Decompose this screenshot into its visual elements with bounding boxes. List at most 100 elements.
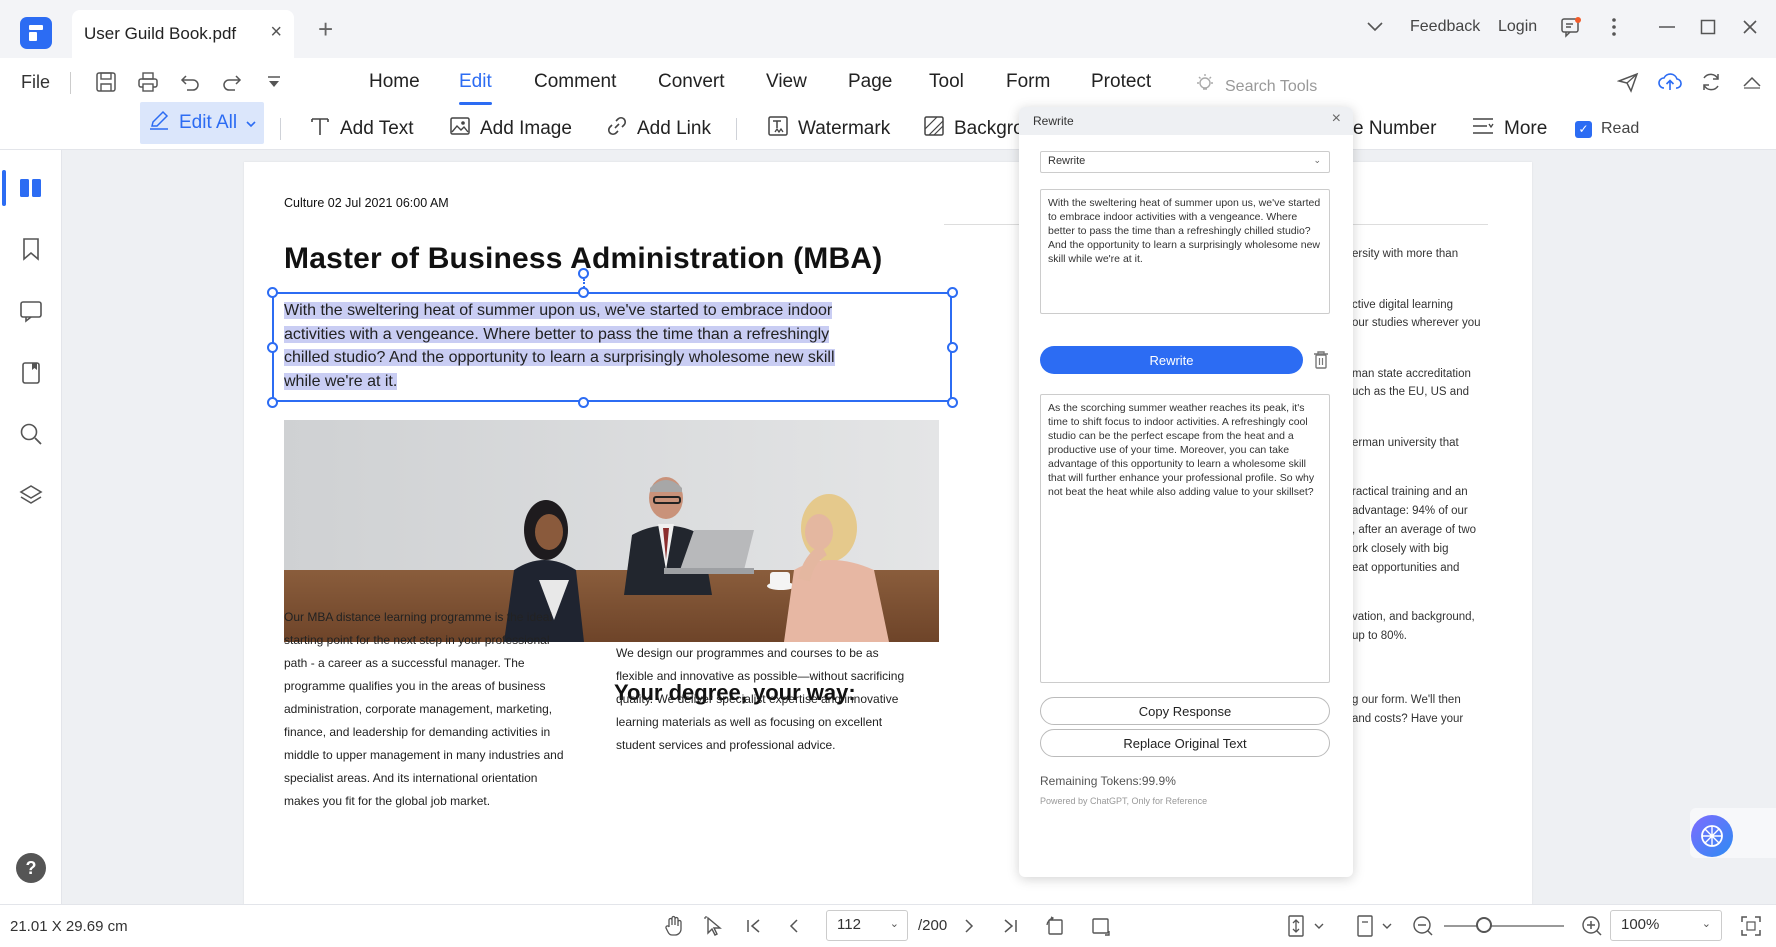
chevron-down-icon[interactable]: ⌄ <box>1702 917 1711 930</box>
rewrite-button[interactable]: Rewrite <box>1040 346 1303 374</box>
sync-icon[interactable] <box>1697 68 1725 96</box>
file-menu[interactable]: File <box>21 72 50 93</box>
resize-handle[interactable] <box>947 287 958 298</box>
search-tools[interactable]: Search Tools <box>1195 73 1317 100</box>
menu-comment[interactable]: Comment <box>534 71 616 93</box>
last-page-icon[interactable] <box>997 913 1023 939</box>
save-icon[interactable] <box>92 68 120 96</box>
message-icon[interactable] <box>1558 14 1584 40</box>
menu-convert[interactable]: Convert <box>658 71 725 93</box>
resize-handle[interactable] <box>267 397 278 408</box>
rewrite-mode-select[interactable]: Rewrite ⌄ <box>1040 151 1330 173</box>
more-button[interactable]: More <box>1471 112 1547 146</box>
layers-icon[interactable] <box>17 481 45 509</box>
next-page-icon[interactable] <box>956 913 982 939</box>
selected-paragraph[interactable]: With the sweltering heat of summer upon … <box>284 299 874 393</box>
collapse-ribbon-icon[interactable] <box>1738 68 1766 96</box>
minimize-icon[interactable] <box>1654 14 1680 40</box>
help-icon[interactable]: ? <box>16 853 46 883</box>
menu-divider <box>70 72 71 94</box>
login-link[interactable]: Login <box>1498 18 1537 36</box>
menu-home[interactable]: Home <box>369 71 420 93</box>
app-logo-icon <box>20 17 52 49</box>
zoom-slider-handle[interactable] <box>1476 917 1492 933</box>
zoom-slider-track[interactable] <box>1444 925 1564 927</box>
page-number-button[interactable]: e Number <box>1353 112 1436 146</box>
select-tool-icon[interactable] <box>701 913 727 939</box>
fullscreen-icon[interactable] <box>1738 913 1764 939</box>
text-fragment: ersity with more than <box>1352 248 1459 260</box>
menu-protect[interactable]: Protect <box>1091 71 1151 93</box>
rewrite-panel-header[interactable]: Rewrite × <box>1019 107 1353 135</box>
menu-tool[interactable]: Tool <box>929 71 964 93</box>
hand-tool-icon[interactable] <box>661 913 687 939</box>
chevron-down-icon[interactable] <box>1306 913 1332 939</box>
menu-form[interactable]: Form <box>1006 71 1050 93</box>
first-page-icon[interactable] <box>741 913 767 939</box>
body-text-right[interactable]: We design our programmes and courses to … <box>616 642 906 757</box>
copy-response-button[interactable]: Copy Response <box>1040 697 1330 725</box>
menu-edit[interactable]: Edit <box>459 71 492 105</box>
add-text-button[interactable]: Add Text <box>309 112 414 146</box>
chevron-down-icon[interactable] <box>1362 14 1388 40</box>
thumbnails-icon[interactable] <box>17 174 45 202</box>
left-sidebar: ? <box>0 150 62 904</box>
rewrite-mode-value: Rewrite <box>1048 155 1086 167</box>
document-tab-label: User Guild Book.pdf <box>84 24 237 43</box>
rewrite-input-textarea[interactable]: With the sweltering heat of summer upon … <box>1040 189 1330 314</box>
more-vertical-icon[interactable] <box>1601 14 1627 40</box>
share-icon[interactable] <box>1614 68 1642 96</box>
add-link-button[interactable]: Add Link <box>606 112 711 146</box>
chevron-down-icon[interactable] <box>1374 913 1400 939</box>
attachment-page-icon[interactable] <box>17 359 45 387</box>
add-image-button[interactable]: Add Image <box>449 112 572 146</box>
body-text-left[interactable]: Our MBA distance learning programme is t… <box>284 606 564 813</box>
text-fragment: ctive digital learning <box>1352 299 1454 311</box>
zoom-in-icon[interactable] <box>1579 913 1605 939</box>
zoom-out-icon[interactable] <box>1410 913 1436 939</box>
title-bar: User Guild Book.pdf × + Feedback Login <box>0 0 1776 58</box>
chevron-down-icon[interactable] <box>246 112 256 134</box>
edit-all-button[interactable]: Edit All <box>140 102 265 144</box>
resize-handle[interactable] <box>578 397 589 408</box>
page-number-input[interactable]: 112 ⌄ <box>826 910 908 941</box>
lightbulb-icon <box>1195 73 1215 100</box>
maximize-icon[interactable] <box>1695 14 1721 40</box>
document-viewer[interactable]: Culture 02 Jul 2021 06:00 AM Master of B… <box>62 150 1776 904</box>
ai-assistant-icon[interactable] <box>1691 815 1733 857</box>
resize-handle[interactable] <box>267 342 278 353</box>
search-icon[interactable] <box>17 420 45 448</box>
print-icon[interactable] <box>134 68 162 96</box>
menu-view[interactable]: View <box>766 71 807 93</box>
rotate-handle[interactable] <box>578 268 589 279</box>
resize-handle[interactable] <box>947 342 958 353</box>
close-tab-icon[interactable]: × <box>270 22 282 42</box>
comment-icon[interactable] <box>17 297 45 325</box>
feedback-link[interactable]: Feedback <box>1410 18 1480 36</box>
document-tab[interactable]: User Guild Book.pdf × <box>72 10 294 58</box>
close-panel-icon[interactable]: × <box>1332 111 1341 127</box>
rotate-page-icon[interactable] <box>1043 913 1069 939</box>
cloud-upload-icon[interactable] <box>1656 68 1684 96</box>
redo-icon[interactable] <box>218 68 246 96</box>
background-button[interactable]: Backgro <box>923 112 1024 146</box>
previous-page-icon[interactable] <box>781 913 807 939</box>
trash-icon[interactable] <box>1312 350 1330 370</box>
watermark-button[interactable]: Watermark <box>767 112 890 146</box>
read-checkbox[interactable]: ✓ Read <box>1575 112 1639 146</box>
chevron-down-icon[interactable]: ⌄ <box>890 917 899 930</box>
undo-icon[interactable] <box>176 68 204 96</box>
close-window-icon[interactable] <box>1737 14 1763 40</box>
resize-handle[interactable] <box>947 397 958 408</box>
bookmark-icon[interactable] <box>17 235 45 263</box>
toolbar-divider <box>736 118 737 140</box>
crop-page-icon[interactable] <box>1088 913 1114 939</box>
customize-toolbar-icon[interactable] <box>260 68 288 96</box>
resize-handle[interactable] <box>578 287 589 298</box>
new-tab-icon[interactable]: + <box>318 16 333 42</box>
zoom-level-select[interactable]: 100% ⌄ <box>1610 910 1722 941</box>
rewrite-output-textarea[interactable]: As the scorching summer weather reaches … <box>1040 394 1330 683</box>
resize-handle[interactable] <box>267 287 278 298</box>
menu-page[interactable]: Page <box>848 71 892 93</box>
replace-original-text-button[interactable]: Replace Original Text <box>1040 729 1330 757</box>
